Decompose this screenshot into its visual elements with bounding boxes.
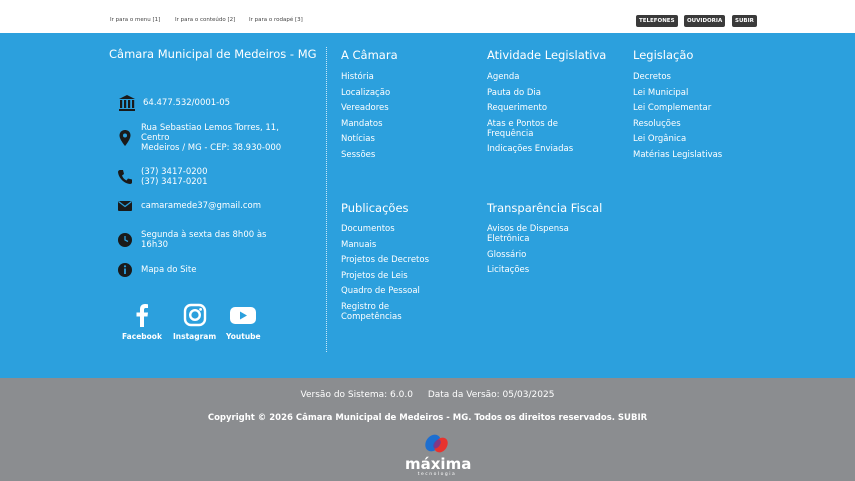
- nav-link[interactable]: Decretos: [633, 72, 763, 82]
- nav-link[interactable]: Avisos de Dispensa Eletrônica: [487, 224, 587, 244]
- org-name: Câmara Municipal de Medeiros - MG: [109, 47, 317, 61]
- institution-icon: [119, 95, 135, 111]
- legislacao-menu: Decretos Lei Municipal Lei Complementar …: [633, 72, 763, 165]
- nav-link[interactable]: História: [341, 72, 461, 82]
- copyright-text: Copyright © 2026 Câmara Municipal de Med…: [207, 413, 648, 423]
- atividade-menu: Agenda Pauta do Dia Requerimento Atas e …: [487, 72, 587, 160]
- logo-wordmark: máxima: [405, 455, 472, 473]
- nav-link[interactable]: Agenda: [487, 72, 587, 82]
- clock-icon: [118, 233, 132, 247]
- nav-link[interactable]: Notícias: [341, 134, 461, 144]
- nav-link[interactable]: Pauta do Dia: [487, 88, 587, 98]
- nav-link[interactable]: Vereadores: [341, 103, 461, 113]
- info-icon: [118, 263, 132, 277]
- skip-to-content-link[interactable]: Ir para o conteúdo [2]: [175, 17, 235, 23]
- version-info: Versão do Sistema: 6.0.0 Data da Versão:…: [0, 390, 855, 400]
- nav-link[interactable]: Indicações Enviadas: [487, 144, 587, 154]
- nav-link[interactable]: Mandatos: [341, 119, 461, 129]
- nav-link[interactable]: Lei Complementar: [633, 103, 763, 113]
- email-row[interactable]: camaramede37@gmail.com: [115, 196, 261, 216]
- nav-link[interactable]: Documentos: [341, 224, 451, 234]
- footer-bottom: Versão do Sistema: 6.0.0 Data da Versão:…: [0, 378, 855, 481]
- email-text[interactable]: camaramede37@gmail.com: [141, 201, 261, 211]
- version-date: Data da Versão: 05/03/2025: [427, 390, 555, 400]
- column-divider: [326, 47, 327, 352]
- nav-link[interactable]: Glossário: [487, 250, 587, 260]
- nav-link[interactable]: Licitações: [487, 265, 587, 275]
- logo-tagline: tecnologia: [417, 472, 457, 477]
- address-row: Rua Sebastiao Lemos Torres, 11, Centro M…: [115, 123, 281, 153]
- publicacoes-heading: Publicações: [341, 201, 409, 215]
- nav-link[interactable]: Lei Municipal: [633, 88, 763, 98]
- instagram-link[interactable]: Instagram: [173, 303, 216, 341]
- nav-link[interactable]: Lei Orgânica: [633, 134, 763, 144]
- youtube-label: Youtube: [226, 332, 261, 341]
- skip-to-footer-link[interactable]: Ir para o rodapé [3]: [249, 17, 303, 23]
- nav-link[interactable]: Matérias Legislativas: [633, 150, 763, 160]
- nav-link[interactable]: Requerimento: [487, 103, 587, 113]
- sitemap-link[interactable]: Mapa do Site: [141, 265, 196, 275]
- page: Ir para o menu [1] Ir para o conteúdo [2…: [0, 0, 855, 481]
- nav-link[interactable]: Manuais: [341, 240, 451, 250]
- cnpj-row: 64.477.532/0001-05: [117, 93, 230, 113]
- sitemap-row[interactable]: Mapa do Site: [115, 260, 196, 280]
- facebook-link[interactable]: Facebook: [122, 303, 162, 341]
- nav-link[interactable]: Atas e Pontos de Frequência: [487, 119, 587, 139]
- maxima-logo-mark: [425, 434, 448, 453]
- facebook-icon: [136, 304, 148, 327]
- facebook-label: Facebook: [122, 332, 162, 341]
- accessibility-bar: Ir para o menu [1] Ir para o conteúdo [2…: [0, 0, 855, 33]
- nav-link[interactable]: Projetos de Decretos: [341, 255, 451, 265]
- skip-to-menu-link[interactable]: Ir para o menu [1]: [110, 17, 160, 23]
- maxima-logo[interactable]: máxima tecnologia: [405, 431, 472, 479]
- nav-link[interactable]: Registro de Competências: [341, 302, 421, 322]
- atividade-heading: Atividade Legislativa: [487, 48, 607, 62]
- phone-row: (37) 3417-0200 (37) 3417-0201: [115, 167, 207, 187]
- nav-link[interactable]: Localização: [341, 88, 461, 98]
- camara-menu: História Localização Vereadores Mandatos…: [341, 72, 461, 165]
- ombudsman-button[interactable]: OUVIDORIA: [684, 15, 726, 27]
- transparencia-menu: Avisos de Dispensa Eletrônica Glossário …: [487, 224, 587, 281]
- instagram-label: Instagram: [173, 332, 217, 341]
- phones-button[interactable]: TELEFONES: [636, 15, 678, 27]
- hours-text: Segunda à sexta das 8h00 às 16h30: [141, 230, 267, 250]
- footer-main: Câmara Municipal de Medeiros - MG 64.477…: [0, 33, 855, 378]
- nav-link[interactable]: Resoluções: [633, 119, 763, 129]
- nav-link[interactable]: Sessões: [341, 150, 461, 160]
- youtube-icon: [230, 307, 257, 324]
- phone-icon: [118, 170, 132, 184]
- address-text: Rua Sebastiao Lemos Torres, 11, Centro M…: [141, 123, 282, 153]
- publicacoes-menu: Documentos Manuais Projetos de Decretos …: [341, 224, 451, 327]
- scroll-top-button[interactable]: SUBIR: [732, 15, 757, 27]
- system-version: Versão do Sistema: 6.0.0: [300, 390, 413, 400]
- email-icon: [118, 201, 132, 211]
- legislacao-heading: Legislação: [633, 48, 694, 62]
- camara-heading: A Câmara: [341, 48, 398, 62]
- cnpj-text: 64.477.532/0001-05: [143, 98, 231, 108]
- nav-link[interactable]: Quadro de Pessoal: [341, 286, 451, 296]
- phones-text: (37) 3417-0200 (37) 3417-0201: [141, 167, 208, 187]
- transparencia-heading: Transparência Fiscal: [487, 201, 603, 215]
- nav-link[interactable]: Projetos de Leis: [341, 271, 451, 281]
- hours-row: Segunda à sexta das 8h00 às 16h30: [115, 230, 266, 250]
- instagram-icon: [183, 303, 206, 327]
- location-pin-icon: [119, 130, 131, 146]
- youtube-link[interactable]: Youtube: [226, 303, 261, 341]
